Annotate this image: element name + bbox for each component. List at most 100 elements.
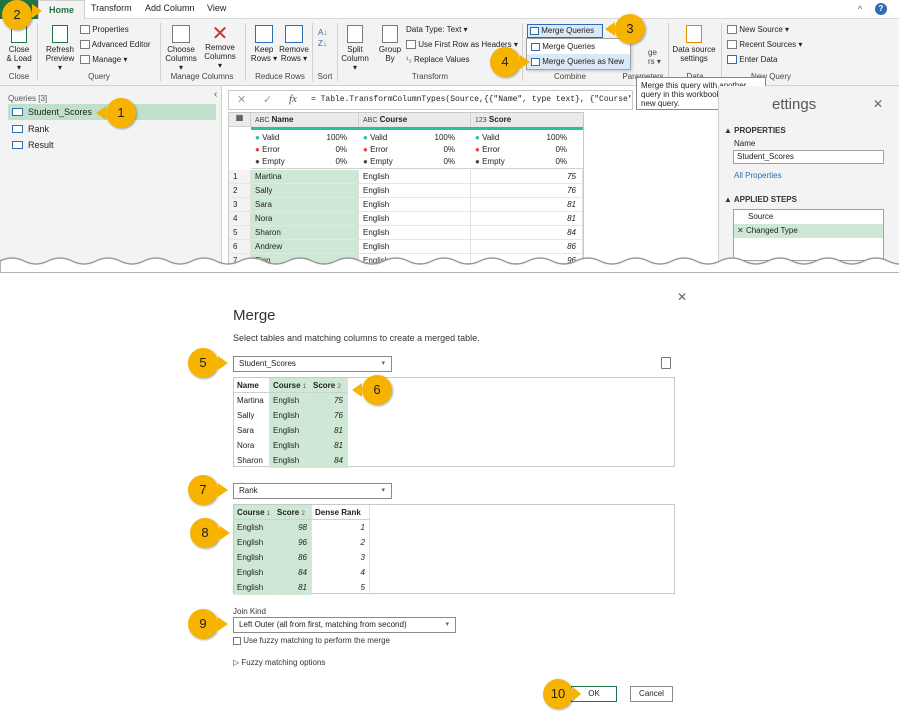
ribbon-divider (668, 23, 669, 81)
text-type-icon: ABC (363, 117, 378, 124)
column-quality-bar (251, 127, 583, 130)
preview-header[interactable]: Course 1 (270, 378, 310, 393)
cell-score[interactable]: 76 (471, 184, 583, 198)
quality-row-valid: ● Valid 100% (255, 133, 347, 142)
query-name-input[interactable]: Student_Scores (733, 150, 884, 164)
keep-rows-button[interactable]: Keep Rows ▾ (250, 25, 278, 63)
dialog-close-icon[interactable]: ✕ (677, 290, 687, 304)
step-changed-type[interactable]: ✕ Changed Type (734, 224, 883, 238)
step-source[interactable]: Source (734, 210, 883, 224)
cell-name[interactable]: Sara (251, 198, 359, 212)
cancel-button[interactable]: Cancel (630, 686, 673, 702)
chevron-down-icon: ▾ (381, 360, 385, 367)
preview-cell: Sara (234, 423, 270, 438)
cell-score[interactable]: 81 (471, 198, 583, 212)
refresh-icon (52, 25, 68, 43)
fuzzy-matching-checkbox[interactable]: Use fuzzy matching to perform the merge (233, 636, 390, 645)
formula-input[interactable]: = Table.TransformColumnTypes(Source,{{"N… (311, 95, 631, 104)
cell-score[interactable]: 81 (471, 212, 583, 226)
column-header-name[interactable]: ABC Name (251, 113, 359, 127)
choose-columns-icon (172, 25, 190, 43)
collapse-pane-icon[interactable]: ‹ (214, 89, 217, 100)
remove-columns-button[interactable]: ✕ Remove Columns ▾ (202, 23, 238, 70)
recent-sources-button[interactable]: Recent Sources ▾ (727, 40, 802, 50)
remove-columns-icon: ✕ (211, 23, 229, 45)
data-source-settings-button[interactable]: Data source settings (671, 25, 717, 63)
replace-values-button[interactable]: ¹₂ Replace Values (406, 55, 469, 64)
preview-cell: 1 (312, 520, 370, 535)
cell-name[interactable]: Nora (251, 212, 359, 226)
split-column-button[interactable]: Split Column ▾ (340, 25, 370, 72)
cell-score[interactable]: 75 (471, 170, 583, 184)
help-icon[interactable]: ? (875, 3, 887, 15)
callout-arrow (32, 4, 42, 18)
preview-header[interactable]: Score 2 (274, 505, 312, 520)
first-table-select[interactable]: Student_Scores ▾ (233, 356, 392, 372)
preview-header[interactable]: Score 2 (310, 378, 348, 393)
preview-header[interactable]: Name (234, 378, 270, 393)
table-menu-icon[interactable]: ▦ (229, 113, 251, 127)
preview-cell: English (234, 565, 274, 580)
preview-cell: English (234, 550, 274, 565)
cell-course[interactable]: English (359, 212, 471, 226)
advanced-editor-button[interactable]: Advanced Editor (80, 40, 150, 50)
tab-home[interactable]: Home (38, 0, 86, 20)
properties-button[interactable]: Properties (80, 25, 129, 35)
file-icon[interactable] (661, 357, 671, 369)
merge-queries-dropdown[interactable]: Merge Queries ▾ (527, 24, 603, 49)
preview-cell: 5 (312, 580, 370, 595)
tab-transform[interactable]: Transform (91, 3, 132, 13)
merge-queries-as-new-menu-item[interactable]: Merge Queries as New (527, 54, 630, 69)
cell-score[interactable]: 86 (471, 240, 583, 254)
cell-name[interactable]: Martina (251, 170, 359, 184)
close-icon[interactable]: ✕ (873, 97, 883, 111)
cell-course[interactable]: English (359, 240, 471, 254)
choose-columns-button[interactable]: Choose Columns ▾ (164, 25, 198, 72)
cell-name[interactable]: Andrew (251, 240, 359, 254)
collapse-ribbon-icon[interactable]: ^ (858, 4, 862, 14)
replace-values-icon: ¹₂ (406, 55, 412, 64)
column-header-score[interactable]: 123 Score (471, 113, 583, 127)
ribbon-divider (337, 23, 338, 81)
advanced-editor-icon (80, 40, 90, 50)
delete-step-icon[interactable]: ✕ (737, 226, 744, 235)
new-source-button[interactable]: New Source ▾ (727, 25, 789, 35)
group-by-button[interactable]: Group By (377, 25, 403, 63)
merge-queries-menu-item[interactable]: Merge Queries (527, 39, 630, 54)
text-type-icon: ABC (255, 117, 270, 124)
quality-row-valid: ● Valid 100% (363, 133, 455, 142)
split-column-icon (347, 25, 363, 43)
cell-course[interactable]: English (359, 170, 471, 184)
data-type-dropdown[interactable]: Data Type: Text ▾ (406, 25, 468, 34)
cell-course[interactable]: English (359, 226, 471, 240)
preview-header[interactable]: Course 1 (234, 505, 274, 520)
cell-name[interactable]: Sally (251, 184, 359, 198)
first-table-preview: Name Course 1 Score 2 Martina English 75 Sally… (233, 377, 675, 468)
column-header-course[interactable]: ABC Course (359, 113, 471, 127)
preview-header[interactable]: Dense Rank (312, 505, 370, 520)
quality-row-empty: ● Empty 0% (255, 157, 347, 166)
cell-name[interactable]: Sharon (251, 226, 359, 240)
cell-course[interactable]: English (359, 184, 471, 198)
preview-cell: 81 (310, 438, 348, 453)
enter-data-button[interactable]: Enter Data (727, 55, 777, 65)
confirm-icon[interactable]: ✓ (263, 93, 272, 106)
callout-arrow (520, 55, 530, 69)
cell-course[interactable]: English (359, 198, 471, 212)
refresh-preview-button[interactable]: Refresh Preview ▾ (43, 25, 77, 72)
fuzzy-options-toggle[interactable]: ▷ Fuzzy matching options (233, 658, 325, 667)
remove-rows-button[interactable]: Remove Rows ▾ (279, 25, 309, 63)
manage-button[interactable]: Manage ▾ (80, 55, 127, 65)
close-load-button[interactable]: Close & Load ▾ (6, 25, 32, 72)
ribbon-divider (721, 23, 722, 81)
query-item-result[interactable]: Result (8, 137, 216, 153)
cancel-icon[interactable]: ✕ (237, 93, 246, 106)
second-table-select[interactable]: Rank ▾ (233, 483, 392, 499)
all-properties-link[interactable]: All Properties (734, 171, 782, 180)
tab-view[interactable]: View (207, 3, 226, 13)
cell-score[interactable]: 84 (471, 226, 583, 240)
preview-cell: 75 (310, 393, 348, 408)
join-kind-select[interactable]: Left Outer (all from first, matching fro… (233, 617, 456, 633)
tab-add-column[interactable]: Add Column (145, 3, 195, 13)
sort-ascending-icon[interactable]: A↓ Z↓ (318, 27, 327, 49)
